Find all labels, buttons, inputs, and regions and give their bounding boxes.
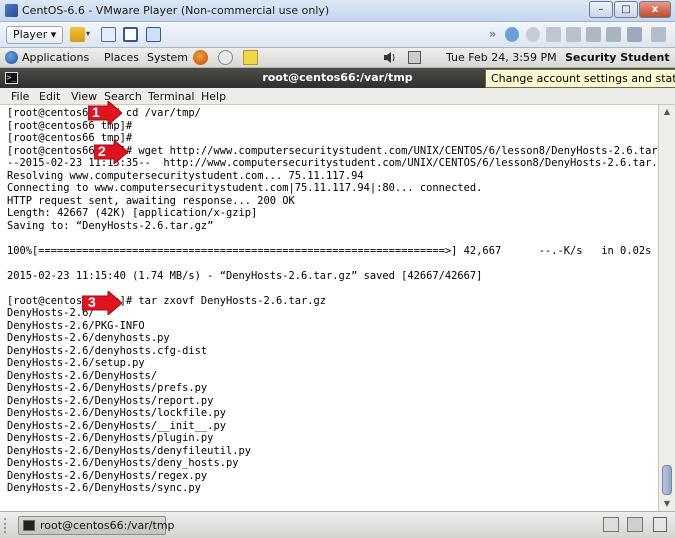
terminal-line: Saving to: “DenyHosts-2.6.tar.gz” — [7, 219, 214, 232]
terminal-scrollbar[interactable]: ▲ ▼ — [658, 105, 675, 511]
unity-icon[interactable] — [146, 27, 161, 42]
terminal-line: DenyHosts-2.6/DenyHosts/__init__.py — [7, 419, 226, 432]
network-icon[interactable] — [101, 27, 116, 42]
annotation-arrow-3: 3 — [81, 289, 123, 319]
applications-menu[interactable]: Applications — [22, 51, 89, 64]
panel-clock[interactable]: Tue Feb 24, 3:59 PM — [446, 51, 557, 64]
terminal-line: Length: 42667 (42K) [application/x-gzip] — [7, 207, 258, 219]
gnome-top-panel: Applications Places System Tue Feb 24, 3… — [0, 48, 675, 68]
terminal-line: Resolving www.computersecuritystudent.co… — [7, 169, 364, 182]
note-icon[interactable] — [243, 50, 258, 65]
annotation-number-1: 1 — [92, 104, 100, 120]
gnome-foot-icon — [5, 51, 18, 64]
scroll-up-arrow-icon[interactable]: ▲ — [659, 105, 675, 119]
vmware-toolbar: Player ▾ ▾ » — [0, 22, 675, 48]
vmware-app-icon — [5, 4, 18, 17]
taskbar-terminal-button[interactable]: root@centos66:/var/tmp — [18, 516, 175, 535]
terminal-line: DenyHosts-2.6/DenyHosts/ — [7, 369, 158, 382]
message-icon[interactable] — [651, 27, 666, 42]
maximize-button[interactable]: □ — [614, 1, 638, 18]
sound-icon[interactable] — [606, 27, 621, 42]
menu-file[interactable]: File — [11, 90, 29, 103]
usb-device-icon[interactable] — [505, 27, 519, 42]
gnome-bottom-panel: root@centos66:/var/tmp — [0, 511, 675, 538]
annotation-number-3: 3 — [88, 294, 96, 310]
places-menu[interactable]: Places — [104, 51, 139, 64]
terminal-line: [root@centos66 tmp]# tar zxovf DenyHosts… — [7, 294, 327, 307]
show-desktop-icon[interactable] — [603, 517, 619, 532]
cd-drive-icon[interactable] — [526, 27, 540, 42]
hard-disk-icon[interactable] — [566, 27, 581, 42]
terminal-line: DenyHosts-2.6/denyhosts.cfg-dist — [7, 344, 208, 357]
minimize-button[interactable]: – — [589, 1, 613, 18]
terminal-line: 2015-02-23 11:15:40 (1.74 MB/s) - “DenyH… — [7, 269, 483, 282]
workspace-switcher-icon[interactable] — [627, 517, 643, 532]
pause-icon[interactable] — [70, 27, 85, 42]
vmware-window-title: CentOS-6.6 - VMware Player (Non-commerci… — [22, 4, 330, 17]
scroll-down-arrow-icon[interactable]: ▼ — [659, 497, 675, 511]
terminal-line: DenyHosts-2.6/DenyHosts/plugin.py — [7, 432, 214, 444]
player-menu-button[interactable]: Player ▾ — [6, 26, 64, 44]
menu-help[interactable]: Help — [201, 90, 226, 103]
menu-edit[interactable]: Edit — [39, 90, 60, 103]
floppy-icon[interactable] — [546, 27, 561, 42]
terminal-line: DenyHosts-2.6/DenyHosts/sync.py — [7, 482, 201, 494]
menu-terminal[interactable]: Terminal — [148, 90, 195, 103]
send-keys-icon[interactable]: » — [489, 27, 496, 41]
trash-icon[interactable] — [653, 517, 667, 532]
terminal-line: DenyHosts-2.6/DenyHosts/deny_hosts.py — [7, 457, 239, 469]
terminal-line: DenyHosts-2.6/DenyHosts/regex.py — [7, 469, 208, 482]
pause-dropdown-icon[interactable]: ▾ — [86, 29, 90, 38]
terminal-line: DenyHosts-2.6/DenyHosts/prefs.py — [7, 382, 208, 394]
annotation-number-2: 2 — [98, 143, 106, 159]
fullscreen-icon[interactable] — [123, 27, 138, 42]
terminal-line: Connecting to www.computersecuritystuden… — [7, 182, 483, 194]
printer-icon[interactable] — [586, 27, 601, 42]
scrollbar-thumb[interactable] — [662, 465, 672, 495]
terminal-line: DenyHosts-2.6/DenyHosts/denyfileutil.py — [7, 444, 251, 457]
close-button[interactable]: x — [639, 1, 671, 18]
display-icon[interactable] — [627, 27, 642, 42]
network-status-icon[interactable] — [408, 51, 421, 64]
terminal-line: DenyHosts-2.6/PKG-INFO — [7, 319, 145, 332]
volume-icon[interactable] — [383, 51, 396, 64]
terminal-line: DenyHosts-2.6/DenyHosts/lockfile.py — [7, 407, 226, 419]
terminal-line: 100%[===================================… — [7, 244, 652, 257]
panel-handle-icon[interactable] — [4, 518, 14, 533]
annotation-arrow-2: 2 — [93, 138, 129, 168]
taskbar-terminal-label: root@centos66:/var/tmp — [40, 519, 175, 532]
terminal-task-icon — [23, 520, 35, 531]
annotation-arrow-1: 1 — [87, 99, 123, 129]
account-tooltip: Change account settings and status — [485, 69, 675, 88]
panel-user-name[interactable]: Security Student — [565, 51, 670, 64]
terminal-line: DenyHosts-2.6/setup.py — [7, 357, 145, 369]
vmware-titlebar: CentOS-6.6 - VMware Player (Non-commerci… — [0, 0, 675, 22]
system-menu[interactable]: System — [147, 51, 188, 64]
mail-icon[interactable] — [218, 50, 233, 65]
terminal-line: DenyHosts-2.6/DenyHosts/report.py — [7, 394, 214, 407]
terminal-line: DenyHosts-2.6/denyhosts.py — [7, 332, 170, 344]
terminal-line: HTTP request sent, awaiting response... … — [7, 194, 295, 207]
firefox-icon[interactable] — [193, 50, 208, 65]
